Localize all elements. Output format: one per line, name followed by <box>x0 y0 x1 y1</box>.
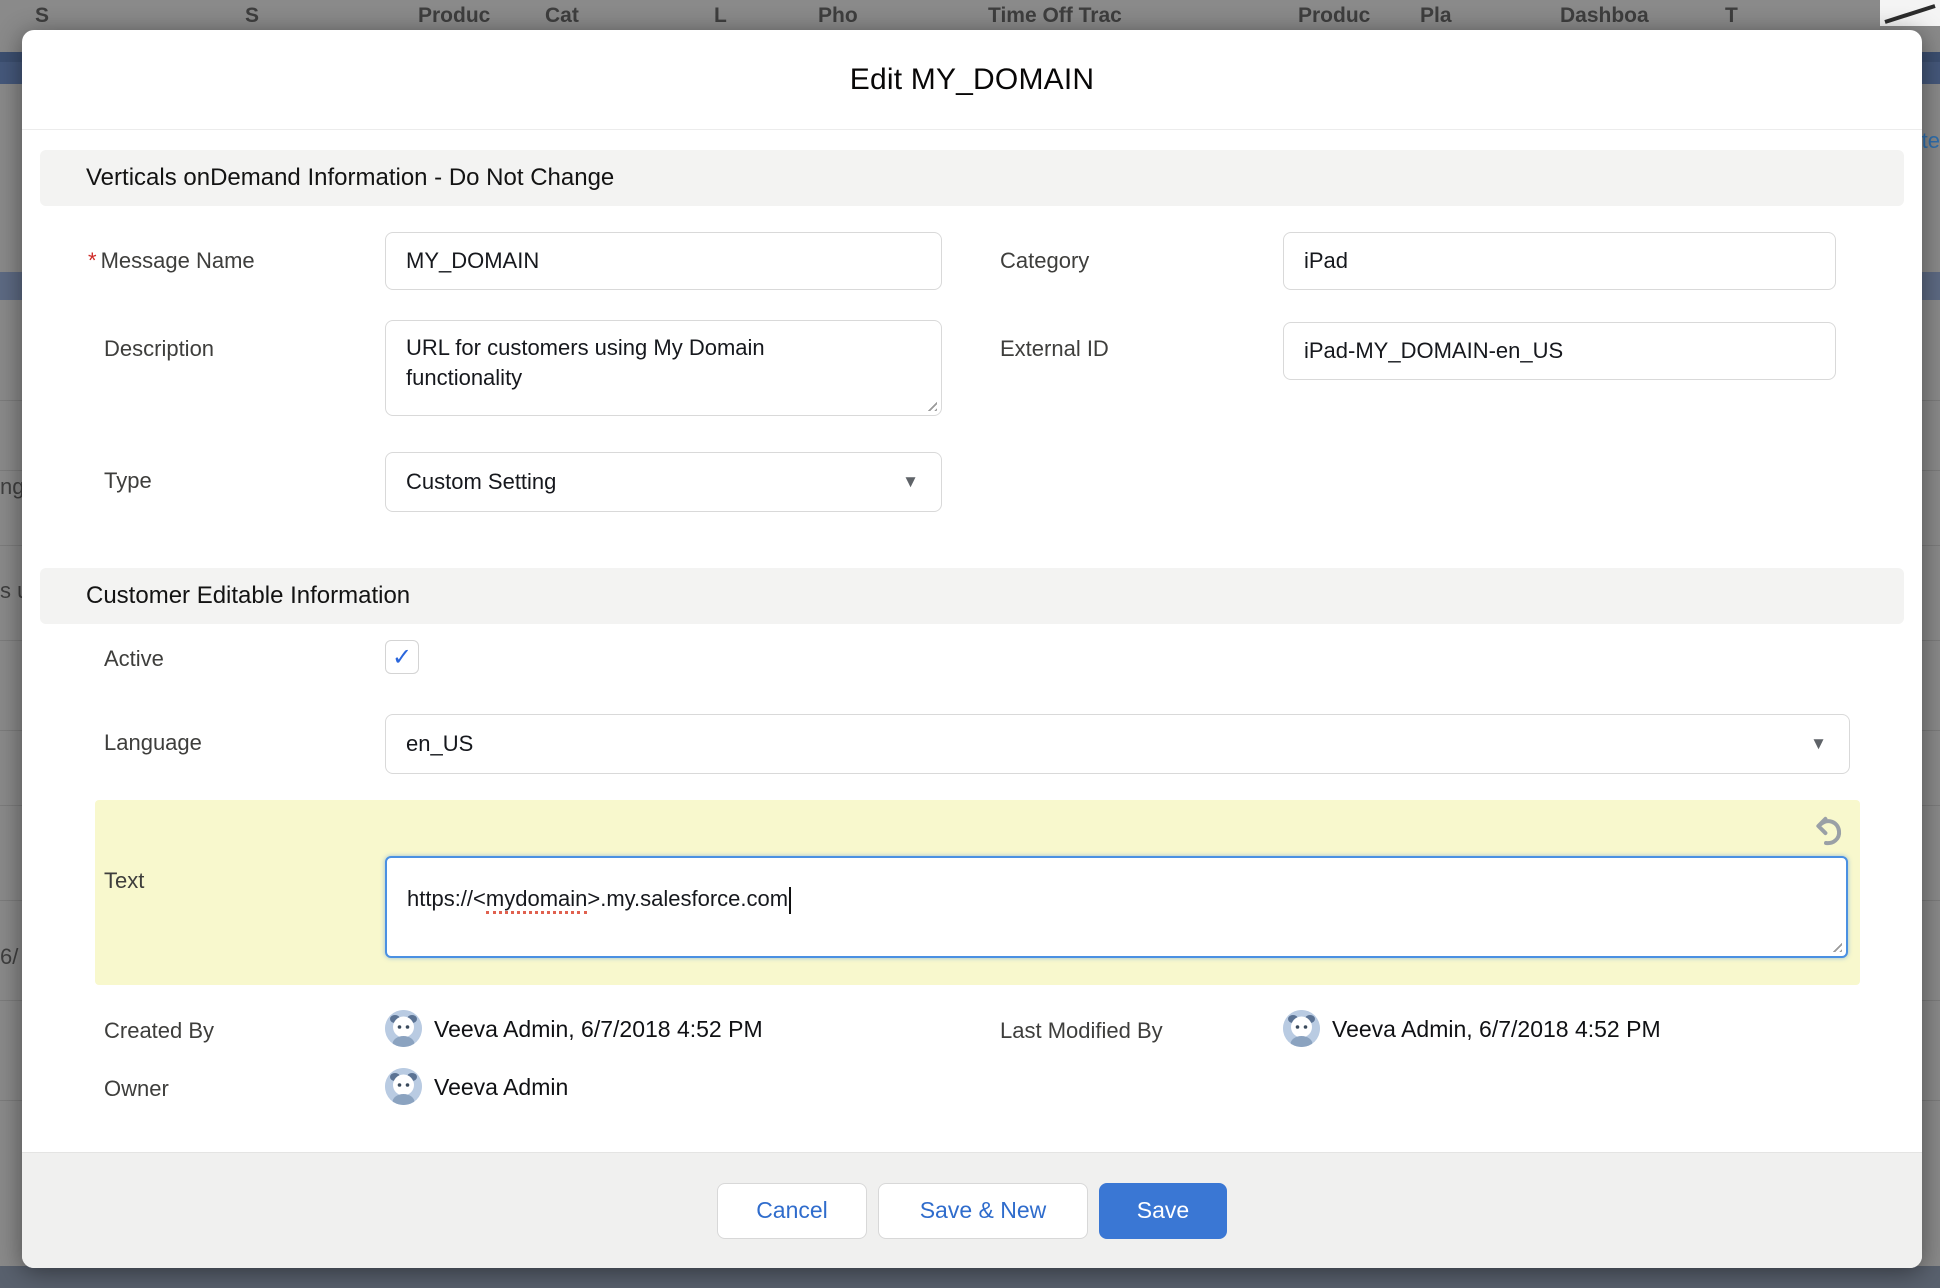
owner-value: Veeva Admin <box>434 1074 568 1101</box>
background-tab: S <box>245 4 259 28</box>
description-textarea[interactable]: URL for customers using My Domain functi… <box>385 320 942 416</box>
description-value: URL for customers using My Domain functi… <box>406 333 886 392</box>
save-and-new-button-label: Save & New <box>920 1197 1047 1224</box>
background-tab: T <box>1725 4 1738 28</box>
external-id-input[interactable]: iPad-MY_DOMAIN-en_US <box>1283 322 1836 380</box>
text-value-suffix: >.my.salesforce.com <box>587 886 788 911</box>
message-name-input[interactable]: MY_DOMAIN <box>385 232 942 290</box>
save-and-new-button[interactable]: Save & New <box>878 1183 1088 1239</box>
description-label: Description <box>104 336 214 362</box>
save-button-label: Save <box>1137 1197 1189 1224</box>
language-select[interactable]: en_US ▼ <box>385 714 1850 774</box>
cancel-button-label: Cancel <box>756 1197 828 1224</box>
message-name-value: MY_DOMAIN <box>406 248 539 274</box>
section-title: Customer Editable Information <box>86 582 410 610</box>
undo-icon[interactable] <box>1808 810 1848 855</box>
resize-grip-icon[interactable] <box>1829 939 1842 952</box>
type-value: Custom Setting <box>406 469 556 495</box>
external-id-value: iPad-MY_DOMAIN-en_US <box>1304 338 1563 364</box>
background-text-fragment: ng <box>0 474 24 500</box>
background-tab: Produc <box>1298 4 1370 28</box>
owner-label: Owner <box>104 1076 169 1102</box>
last-modified-by-label: Last Modified By <box>1000 1018 1163 1044</box>
background-page-corner <box>1880 0 1940 26</box>
category-value: iPad <box>1304 248 1348 274</box>
active-label: Active <box>104 646 164 672</box>
background-tab: Produc <box>418 4 490 28</box>
background-text-fragment: 6/ <box>0 944 18 970</box>
text-value-prefix: https://< <box>407 886 486 911</box>
background-tab: Pho <box>818 4 858 28</box>
message-name-label: *Message Name <box>88 248 255 274</box>
section-verticals-ondemand: Verticals onDemand Information - Do Not … <box>40 150 1904 206</box>
text-value-misspelled: mydomain <box>486 886 587 914</box>
background-tab: Dashboa <box>1560 4 1649 28</box>
section-customer-editable: Customer Editable Information <box>40 568 1904 624</box>
created-by-value: Veeva Admin, 6/7/2018 4:52 PM <box>434 1016 763 1043</box>
type-label: Type <box>104 468 152 494</box>
background-tab: Cat <box>545 4 579 28</box>
background-tab-row: S S Produc Cat L Pho Time Off Trac Produ… <box>0 0 1940 30</box>
type-select[interactable]: Custom Setting ▼ <box>385 452 942 512</box>
background-footer-band <box>0 1266 1940 1288</box>
chevron-down-icon: ▼ <box>1810 734 1827 754</box>
external-id-label: External ID <box>1000 336 1109 362</box>
text-value: https://<mydomain>.my.salesforce.com <box>407 884 791 914</box>
avatar <box>385 1068 422 1105</box>
required-marker: * <box>88 248 97 273</box>
chevron-down-icon: ▼ <box>902 472 919 492</box>
avatar <box>385 1010 422 1047</box>
save-button[interactable]: Save <box>1099 1183 1227 1239</box>
text-cursor <box>789 887 791 914</box>
category-input[interactable]: iPad <box>1283 232 1836 290</box>
background-link-fragment: te <box>1922 128 1940 154</box>
language-label: Language <box>104 730 202 756</box>
background-tab: S <box>35 4 49 28</box>
section-title: Verticals onDemand Information - Do Not … <box>86 164 614 192</box>
created-by-label: Created By <box>104 1018 214 1044</box>
modal-header: Edit MY_DOMAIN <box>22 30 1922 130</box>
background-tab: L <box>714 4 727 28</box>
language-value: en_US <box>406 731 473 757</box>
modal-title: Edit MY_DOMAIN <box>850 63 1095 97</box>
active-checkbox[interactable]: ✓ <box>385 640 419 674</box>
check-icon: ✓ <box>392 643 412 672</box>
last-modified-by-value: Veeva Admin, 6/7/2018 4:52 PM <box>1332 1016 1661 1043</box>
avatar <box>1283 1010 1320 1047</box>
message-name-label-text: Message Name <box>101 248 255 273</box>
background-tab: Pla <box>1420 4 1452 28</box>
cancel-button[interactable]: Cancel <box>717 1183 867 1239</box>
text-label: Text <box>104 868 144 894</box>
resize-grip-icon[interactable] <box>924 398 937 411</box>
background-tab: Time Off Trac <box>988 4 1122 28</box>
edit-record-modal: Edit MY_DOMAIN Verticals onDemand Inform… <box>22 30 1922 1268</box>
modal-footer: Cancel Save & New Save <box>22 1152 1922 1268</box>
text-textarea[interactable]: https://<mydomain>.my.salesforce.com <box>385 856 1848 958</box>
category-label: Category <box>1000 248 1089 274</box>
